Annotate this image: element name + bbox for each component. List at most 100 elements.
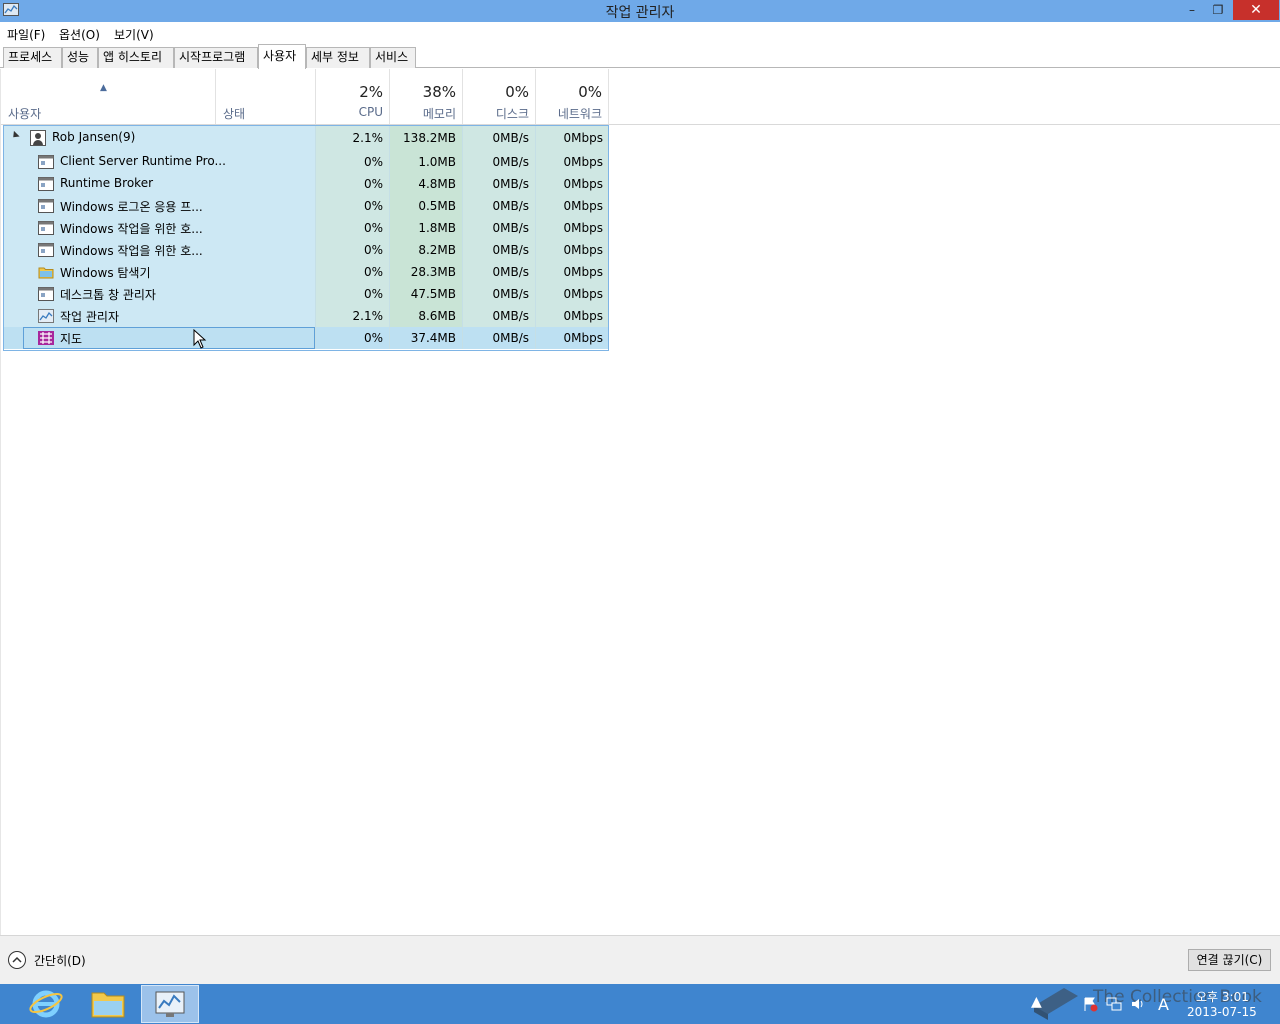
menu-options[interactable]: 옵션(O) [59,26,100,43]
internet-explorer-icon [29,990,63,1018]
taskbar-file-explorer[interactable] [79,985,137,1023]
users-panel: ▲ 사용자 상태 2% CPU 38% 메모리 0% 디스크 0% 네트워크 R… [0,69,1280,935]
disk-value: 0MB/s [462,195,535,217]
column-cpu[interactable]: 2% CPU [316,69,390,125]
window-app-icon [38,243,54,257]
process-name: Runtime Broker [60,176,154,190]
fewer-details-label[interactable]: 간단히(D) [34,952,86,969]
network-value: 0Mbps [535,239,609,261]
network-value: 0Mbps [535,305,609,327]
cpu-total: 2% [359,83,383,101]
network-value: 0Mbps [535,261,609,283]
taskbar: The Collection Book ▲ A 오후 3:01 2013-07-… [0,984,1280,1024]
tab-services[interactable]: 서비스 [370,47,416,68]
tab-performance[interactable]: 성능 [62,47,98,68]
process-row[interactable]: Client Server Runtime Pro... 0% 1.0MB 0M… [3,151,609,173]
column-network-label: 네트워크 [557,107,602,121]
close-button[interactable]: ✕ [1233,0,1279,20]
process-name: Windows 탐색기 [60,266,151,280]
process-row[interactable]: Windows 로그온 응용 프... 0% 0.5MB 0MB/s 0Mbps [3,195,609,217]
window-app-icon [38,199,54,213]
menu-view[interactable]: 보기(V) [114,26,154,43]
tab-users[interactable]: 사용자 [258,44,306,69]
minimize-button[interactable]: – [1178,0,1206,20]
process-name: Windows 로그온 응용 프... [60,200,203,214]
show-hidden-icons-button[interactable]: ▲ [1031,994,1047,1010]
process-row[interactable]: Runtime Broker 0% 4.8MB 0MB/s 0Mbps [3,173,609,195]
disk-value: 0MB/s [462,261,535,283]
title-bar: 작업 관리자 – ❐ ✕ [0,0,1280,22]
disk-total: 0% [505,83,529,101]
tab-app-history[interactable]: 앱 히스토리 [98,47,174,68]
tab-details[interactable]: 세부 정보 [306,47,370,68]
maximize-button[interactable]: ❐ [1204,0,1232,20]
disk-value: 0MB/s [462,125,535,151]
column-header: ▲ 사용자 상태 2% CPU 38% 메모리 0% 디스크 0% 네트워크 [1,69,609,125]
footer-bar: 간단히(D) 연결 끊기(C) [0,935,1280,984]
memory-value: 47.5MB [389,283,462,305]
memory-value: 8.6MB [389,305,462,327]
column-user-label: 사용자 [8,107,42,121]
cpu-value: 2.1% [315,125,389,151]
folder-icon [91,992,125,1018]
mouse-pointer-icon [193,329,207,349]
column-disk[interactable]: 0% 디스크 [463,69,536,125]
user-group-row[interactable]: Rob Jansen(9) 2.1% 138.2MB 0MB/s 0Mbps [3,125,609,151]
column-memory[interactable]: 38% 메모리 [390,69,463,125]
window-app-icon [38,155,54,169]
process-name: 작업 관리자 [60,310,120,324]
cpu-value: 0% [315,327,389,349]
cpu-value: 2.1% [315,305,389,327]
clock-date[interactable]: 2013-07-15 [1187,1005,1257,1019]
user-table: Rob Jansen(9) 2.1% 138.2MB 0MB/s 0Mbps C… [3,125,609,349]
process-row[interactable]: Windows 작업을 위한 호... 0% 1.8MB 0MB/s 0Mbps [3,217,609,239]
task-manager-icon [38,309,54,323]
window-app-icon [38,177,54,191]
network-total: 0% [578,83,602,101]
disk-value: 0MB/s [462,173,535,195]
process-row[interactable]: Windows 탐색기 0% 28.3MB 0MB/s 0Mbps [3,261,609,283]
cpu-value: 0% [315,261,389,283]
sort-ascending-icon: ▲ [100,83,107,93]
process-row[interactable]: Windows 작업을 위한 호... 0% 8.2MB 0MB/s 0Mbps [3,239,609,261]
network-value: 0Mbps [535,217,609,239]
disconnect-button[interactable]: 연결 끊기(C) [1188,949,1271,971]
tab-strip: 프로세스 성능 앱 히스토리 시작프로그램 사용자 세부 정보 서비스 [0,44,1280,69]
taskbar-internet-explorer[interactable] [17,985,75,1023]
column-network[interactable]: 0% 네트워크 [536,69,609,125]
action-center-flag-icon[interactable] [1082,996,1098,1012]
column-status-label: 상태 [223,107,246,121]
task-manager-icon [155,991,185,1017]
column-memory-label: 메모리 [422,107,456,121]
network-icon[interactable] [1106,996,1122,1012]
collapse-arrow-icon[interactable] [10,130,20,141]
tab-processes[interactable]: 프로세스 [3,47,62,68]
process-row[interactable]: 데스크톱 창 관리자 0% 47.5MB 0MB/s 0Mbps [3,283,609,305]
cpu-value: 0% [315,217,389,239]
process-row-selected[interactable]: 지도 0% 37.4MB 0MB/s 0Mbps [3,327,609,349]
volume-icon[interactable] [1130,996,1146,1012]
fewer-details-button[interactable] [8,951,26,969]
column-user[interactable]: ▲ 사용자 [1,69,216,125]
memory-value: 138.2MB [389,125,462,151]
memory-value: 1.8MB [389,217,462,239]
clock-time[interactable]: 오후 3:01 [1196,988,1249,1005]
process-name: Client Server Runtime Pro... [60,154,226,168]
user-icon [30,130,46,146]
column-status[interactable]: 상태 [216,69,316,125]
network-value: 0Mbps [535,173,609,195]
process-row[interactable]: 작업 관리자 2.1% 8.6MB 0MB/s 0Mbps [3,305,609,327]
taskbar-task-manager[interactable] [141,985,199,1023]
memory-value: 4.8MB [389,173,462,195]
ime-indicator[interactable]: A [1158,995,1174,1014]
menu-bar: 파일(F) 옵션(O) 보기(V) [0,22,1280,44]
memory-value: 8.2MB [389,239,462,261]
menu-file[interactable]: 파일(F) [7,26,45,43]
network-value: 0Mbps [535,151,609,173]
cpu-value: 0% [315,239,389,261]
maps-icon [38,331,54,345]
folder-icon [38,267,54,279]
memory-value: 28.3MB [389,261,462,283]
cpu-value: 0% [315,151,389,173]
tab-startup[interactable]: 시작프로그램 [174,47,258,68]
